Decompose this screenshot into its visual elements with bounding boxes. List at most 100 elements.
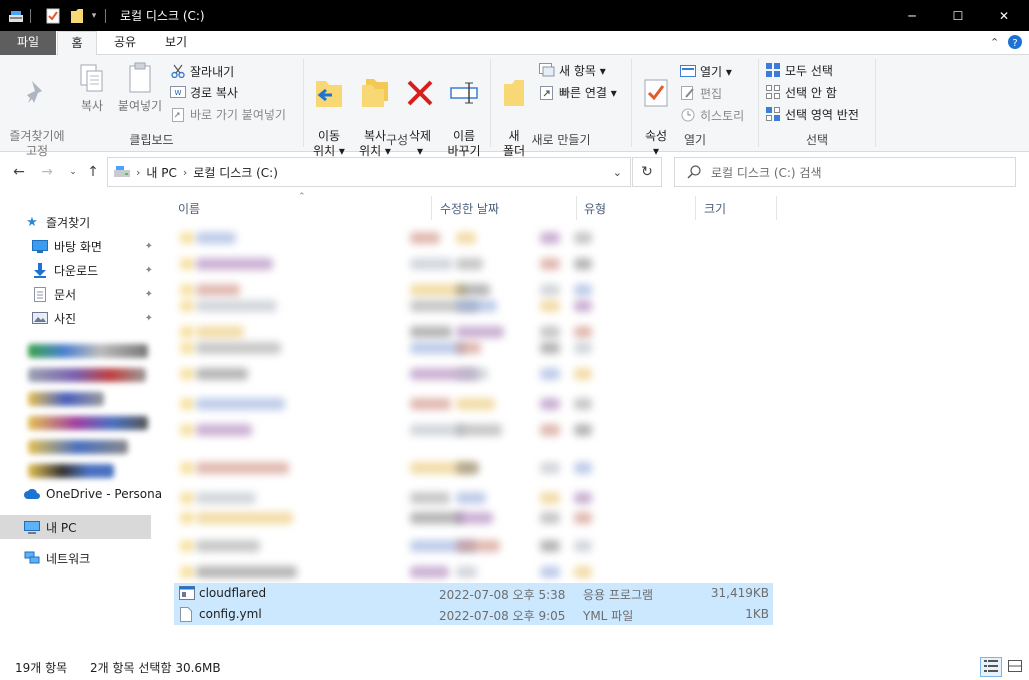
blurred-nav-item: [28, 464, 114, 478]
new-folder-quick-icon[interactable]: [69, 8, 85, 24]
cut-button[interactable]: 잘라내기: [170, 61, 234, 81]
open-button[interactable]: 열기 ▾: [680, 61, 732, 81]
forward-button[interactable]: →: [38, 163, 56, 181]
blurred-file-fragment: [456, 424, 502, 436]
pin-icon[interactable]: ✦: [145, 265, 153, 276]
file-row-cloudflared[interactable]: cloudflared 2022-07-08 오후 5:38 응용 프로그램 3…: [174, 583, 773, 604]
pin-icon[interactable]: ✦: [145, 313, 153, 324]
nav-network[interactable]: 네트워크: [24, 546, 175, 570]
nav-desktop[interactable]: 바탕 화면 ✦: [32, 234, 153, 258]
title-separator: [105, 8, 106, 23]
nav-quick-access-label: 즐겨찾기: [46, 215, 91, 230]
refresh-button[interactable]: ↻: [632, 157, 662, 187]
nav-desktop-label: 바탕 화면: [54, 239, 102, 254]
file-size: 1KB: [745, 607, 769, 621]
easy-access-button[interactable]: 빠른 연결 ▾: [539, 82, 617, 102]
select-group-label: 선택: [805, 133, 829, 147]
computer-icon: [24, 519, 40, 535]
search-box[interactable]: 로컬 디스크 (C:) 검색: [674, 157, 1016, 187]
address-dropdown-icon[interactable]: ⌄: [613, 166, 622, 179]
blurred-file-fragment: [540, 512, 560, 524]
copy-path-button[interactable]: W 경로 복사: [170, 82, 238, 102]
sort-ascending-icon: ⌃: [298, 192, 306, 202]
details-view-icon: [984, 659, 998, 675]
close-icon: ✕: [998, 8, 1010, 23]
history-button[interactable]: 히스토리: [680, 105, 744, 125]
collapse-ribbon-icon[interactable]: ⌃: [990, 36, 999, 49]
tab-file[interactable]: 파일: [0, 31, 56, 55]
back-button[interactable]: ←: [10, 163, 28, 181]
nav-quick-access[interactable]: ★ 즐겨찾기: [24, 210, 175, 234]
nav-onedrive[interactable]: OneDrive - Persona: [24, 482, 175, 506]
recent-locations-button[interactable]: ⌄: [64, 163, 82, 181]
column-divider[interactable]: [576, 196, 577, 220]
edit-button[interactable]: 편집: [680, 83, 722, 103]
application-icon: [179, 586, 195, 603]
properties-quick-icon[interactable]: [45, 8, 61, 24]
address-bar[interactable]: › 내 PC › 로컬 디스크 (C:) ⌄: [107, 157, 631, 187]
desktop-icon: [32, 238, 48, 254]
breadcrumb-local-disk[interactable]: 로컬 디스크 (C:): [193, 164, 278, 181]
pin-icon[interactable]: ✦: [145, 241, 153, 252]
help-icon[interactable]: ?: [1008, 35, 1022, 52]
column-header-type[interactable]: 유형: [584, 196, 606, 220]
forward-arrow-icon: →: [41, 164, 53, 180]
blurred-file-fragment: [540, 566, 560, 578]
nav-pictures[interactable]: 사진 ✦: [32, 306, 153, 330]
breadcrumb-chevron-icon[interactable]: ›: [136, 166, 140, 179]
details-view-button[interactable]: [980, 657, 1002, 677]
column-header-name[interactable]: 이름: [178, 196, 200, 220]
select-all-button[interactable]: 모두 선택: [765, 60, 833, 80]
select-none-icon: [765, 84, 781, 100]
minimize-button[interactable]: ─: [889, 0, 935, 31]
search-icon: [687, 165, 701, 179]
close-button[interactable]: ✕: [981, 0, 1027, 31]
column-divider[interactable]: [431, 196, 432, 220]
column-divider[interactable]: [776, 196, 777, 220]
easy-access-icon: [539, 84, 555, 100]
open-group: 속성 ▾ 열기 ▾ 편집 히스토리 열기: [632, 55, 758, 158]
invert-selection-button[interactable]: 선택 영역 반전: [765, 104, 859, 124]
maximize-button[interactable]: ☐: [935, 0, 981, 31]
up-button[interactable]: ↑: [84, 163, 102, 181]
column-header-size[interactable]: 크기: [704, 196, 726, 220]
tab-share[interactable]: 공유: [102, 31, 148, 55]
paste-button[interactable]: 붙여넣기: [114, 61, 166, 114]
blurred-file-fragment: [574, 398, 592, 410]
customize-quick-access-icon[interactable]: ▾: [89, 8, 99, 24]
blurred-file-fragment: [456, 462, 479, 474]
explorer-icon[interactable]: [8, 8, 24, 24]
paste-shortcut-button[interactable]: 바로 가기 붙여넣기: [170, 104, 286, 124]
breadcrumb-this-pc[interactable]: 내 PC: [146, 164, 176, 181]
blurred-file-fragment: [196, 232, 236, 244]
blurred-file-fragment: [410, 398, 451, 410]
column-divider[interactable]: [695, 196, 696, 220]
select-all-label: 모두 선택: [785, 63, 833, 78]
tab-home[interactable]: 홈: [57, 31, 97, 56]
copy-button[interactable]: 복사: [74, 61, 110, 114]
select-none-button[interactable]: 선택 안 함: [765, 82, 837, 102]
minimize-icon: ─: [908, 8, 916, 23]
nav-documents[interactable]: 문서 ✦: [32, 282, 153, 306]
file-modified: 2022-07-08 오후 5:38: [439, 588, 566, 602]
blurred-file-fragment: [456, 492, 486, 504]
chevron-down-icon: ⌄: [69, 167, 77, 177]
title-bar: ▾ 로컬 디스크 (C:) ─ ☐ ✕: [0, 0, 1029, 31]
new-item-label: 새 항목 ▾: [559, 63, 606, 78]
new-item-button[interactable]: 새 항목 ▾: [539, 60, 606, 80]
file-row-config[interactable]: config.yml 2022-07-08 오후 9:05 YML 파일 1KB: [174, 604, 773, 625]
column-name-label: 이름: [178, 201, 201, 216]
nav-this-pc[interactable]: 내 PC: [0, 515, 151, 539]
blurred-file-fragment: [196, 512, 293, 524]
large-icons-view-button[interactable]: [1004, 657, 1026, 677]
blurred-file-fragment: [410, 492, 450, 504]
breadcrumb-chevron-icon[interactable]: ›: [183, 166, 187, 179]
copy-label: 복사: [80, 99, 104, 113]
nav-downloads[interactable]: 다운로드 ✦: [32, 258, 153, 282]
column-header-modified[interactable]: 수정한 날짜: [440, 196, 499, 220]
pin-icon[interactable]: ✦: [145, 289, 153, 300]
blurred-file-fragment: [574, 326, 592, 338]
tab-view[interactable]: 보기: [152, 31, 200, 55]
blurred-file-fragment: [574, 566, 592, 578]
ribbon-tabs: 파일 홈 공유 보기 ⌃ ?: [0, 31, 1029, 56]
